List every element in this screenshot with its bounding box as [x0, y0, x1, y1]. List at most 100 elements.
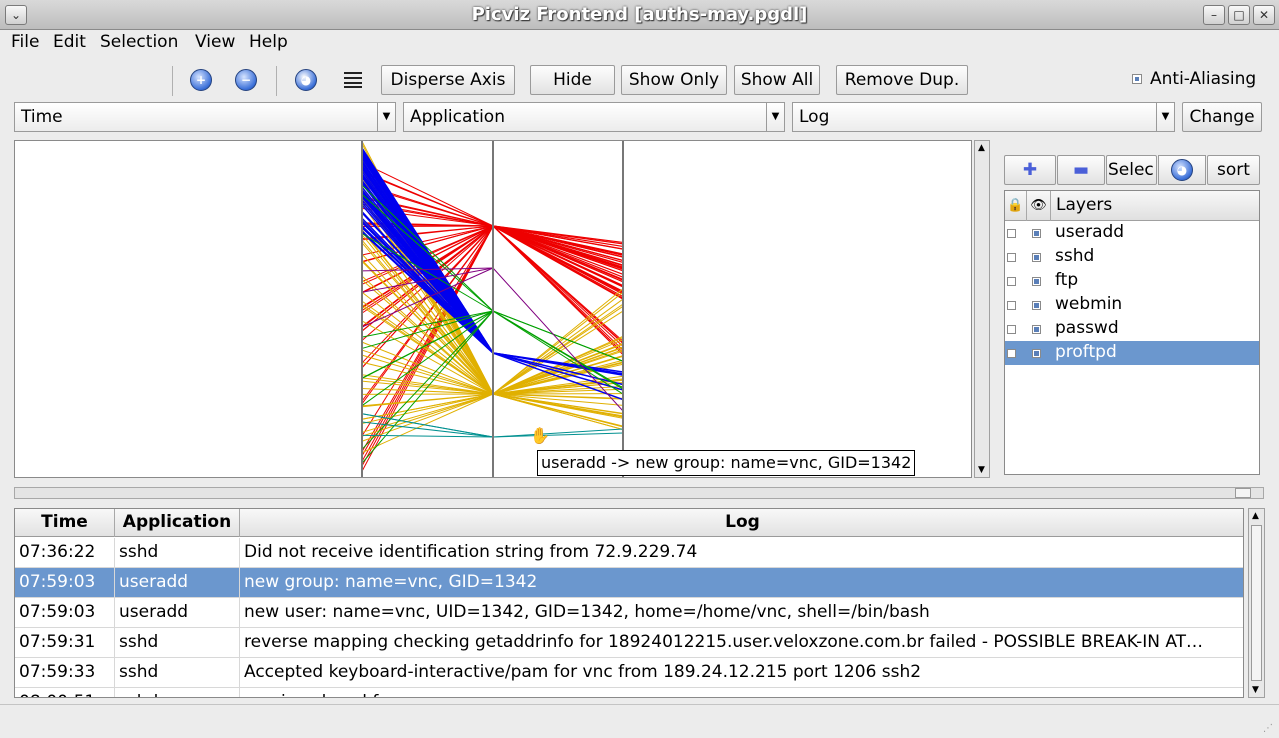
passwd-line[interactable] — [492, 428, 624, 438]
other-line[interactable] — [361, 393, 494, 454]
parallel-coordinates-plot[interactable]: ✋ — [14, 140, 972, 478]
layer-visible-checkbox[interactable] — [1032, 277, 1041, 286]
lock-icon[interactable]: 🔒 — [1005, 191, 1027, 221]
cell-log: Did not receive identification string fr… — [244, 542, 698, 562]
maximize-button[interactable]: □ — [1228, 5, 1250, 25]
plot-vertical-scrollbar[interactable]: ▲ ▼ — [974, 140, 990, 478]
cell-application: sshd — [115, 628, 240, 658]
toolbar-separator — [172, 66, 173, 96]
cell-time: 07:36:22 — [15, 538, 115, 568]
table-vertical-scrollbar[interactable]: ▲ ▼ — [1248, 508, 1265, 698]
disperse-axis-button[interactable]: Disperse Axis — [381, 65, 515, 95]
other-line[interactable] — [361, 393, 494, 424]
menu-file[interactable]: File — [11, 32, 39, 52]
plot-horizontal-scrollbar[interactable] — [14, 487, 1264, 499]
table-row[interactable]: 07:59:33 sshd Accepted keyboard-interactiv… — [15, 658, 1243, 688]
table-row[interactable]: 07:59:31 sshd reverse mapping checking get… — [15, 628, 1243, 658]
axis2-select[interactable]: Application ▼ — [403, 102, 785, 132]
column-header-application[interactable]: Application — [115, 509, 240, 537]
title-bar: ⌄ Picviz Frontend [auths-may.pgdl] – □ ✕ — [0, 0, 1279, 30]
layer-visible-checkbox[interactable] — [1032, 325, 1041, 334]
column-header-time[interactable]: Time — [15, 509, 115, 537]
sort-layers-button[interactable]: sort — [1207, 155, 1260, 185]
layer-label: passwd — [1055, 318, 1119, 338]
menu-selection[interactable]: Selection — [100, 32, 178, 52]
layer-color-button[interactable]: ◕ — [1158, 155, 1206, 185]
line-tooltip: useradd -> new group: name=vnc, GID=1342 — [537, 450, 916, 476]
log-table: Time Application Log 07:36:22 sshd Did not… — [14, 508, 1244, 698]
column-header-log[interactable]: Log — [240, 509, 1243, 537]
layer-item-passwd[interactable]: passwd — [1005, 317, 1259, 341]
layer-label: sshd — [1055, 246, 1095, 266]
menu-view[interactable]: View — [195, 32, 235, 52]
passwd-line[interactable] — [492, 432, 624, 438]
layer-lock-checkbox[interactable] — [1007, 301, 1016, 310]
layer-visible-checkbox[interactable] — [1032, 301, 1041, 310]
show-only-button[interactable]: Show Only — [621, 65, 727, 95]
chevron-down-icon: ▼ — [766, 103, 784, 131]
layer-label: ftp — [1055, 270, 1079, 290]
passwd-line[interactable] — [361, 434, 494, 438]
layer-visible-checkbox[interactable] — [1032, 349, 1041, 358]
zoom-out-button[interactable]: − — [229, 65, 263, 95]
layer-label: useradd — [1055, 222, 1125, 242]
layer-visible-checkbox[interactable] — [1032, 253, 1041, 262]
plus-icon: ✚ — [1022, 160, 1038, 180]
scroll-down-icon[interactable]: ▼ — [1252, 685, 1259, 695]
table-row[interactable]: 08:00:51sshdsession closed for user vnc — [15, 688, 1243, 697]
select-layer-button[interactable]: Selec — [1106, 155, 1157, 185]
layer-item-ftp[interactable]: ftp — [1005, 269, 1259, 293]
color-palette-button[interactable]: ◕ — [289, 65, 323, 95]
anti-aliasing-checkbox[interactable] — [1132, 74, 1142, 84]
layer-lock-checkbox[interactable] — [1007, 349, 1016, 358]
axis1-select[interactable]: Time ▼ — [14, 102, 396, 132]
change-button[interactable]: Change — [1182, 102, 1262, 132]
table-header: Time Application Log — [15, 509, 1243, 537]
layer-lock-checkbox[interactable] — [1007, 229, 1016, 238]
plot-canvas[interactable]: ✋ — [15, 141, 972, 478]
close-button[interactable]: ✕ — [1253, 5, 1275, 25]
zoom-in-button[interactable]: + — [184, 65, 218, 95]
layer-label: proftpd — [1055, 342, 1117, 362]
menu-edit[interactable]: Edit — [53, 32, 86, 52]
minimize-button[interactable]: – — [1203, 5, 1225, 25]
cell-time: 07:59:03 — [15, 598, 115, 628]
layer-item-webmin[interactable]: webmin — [1005, 293, 1259, 317]
layer-visible-checkbox[interactable] — [1032, 229, 1041, 238]
hide-button[interactable]: Hide — [530, 65, 615, 95]
scroll-up-icon[interactable]: ▲ — [978, 143, 985, 153]
eye-icon[interactable]: 👁 — [1027, 191, 1051, 221]
add-layer-button[interactable]: ✚ — [1004, 155, 1056, 185]
scroll-thumb[interactable] — [1235, 488, 1251, 498]
layer-label: webmin — [1055, 294, 1123, 314]
ftp-line[interactable] — [492, 310, 624, 362]
remove-duplicates-button[interactable]: Remove Dup. — [836, 65, 968, 95]
lines-button[interactable] — [337, 65, 371, 95]
cell-time: 07:59:03 — [15, 568, 115, 598]
layer-item-sshd[interactable]: sshd — [1005, 245, 1259, 269]
cell-log: new user: name=vnc, UID=1342, GID=1342, … — [244, 602, 930, 622]
scroll-up-icon[interactable]: ▲ — [1252, 511, 1259, 521]
table-row[interactable]: 07:59:03 useradd new group: name=vnc, GID=… — [15, 568, 1243, 598]
axis3-select[interactable]: Log ▼ — [792, 102, 1175, 132]
layer-item-useradd[interactable]: useradd — [1005, 221, 1259, 245]
anti-aliasing-label: Anti-Aliasing — [1150, 69, 1257, 89]
layer-lock-checkbox[interactable] — [1007, 277, 1016, 286]
chevron-down-icon: ▼ — [377, 103, 395, 131]
resize-grip-icon[interactable]: ⋰ — [1263, 723, 1273, 734]
scroll-down-icon[interactable]: ▼ — [978, 465, 985, 475]
palette-icon: ◕ — [1171, 159, 1193, 181]
show-all-button[interactable]: Show All — [734, 65, 820, 95]
layer-item-proftpd[interactable]: proftpd — [1005, 341, 1259, 365]
chevron-down-icon: ▼ — [1156, 103, 1174, 131]
remove-layer-button[interactable]: ▬ — [1057, 155, 1105, 185]
layer-lock-checkbox[interactable] — [1007, 325, 1016, 334]
menu-help[interactable]: Help — [249, 32, 288, 52]
table-row[interactable]: 07:59:03 useradd new user: name=vnc, UID=1… — [15, 598, 1243, 628]
cell-application: useradd — [115, 568, 240, 598]
layer-lock-checkbox[interactable] — [1007, 253, 1016, 262]
window-title: Picviz Frontend [auths-may.pgdl] — [471, 4, 808, 25]
table-row[interactable]: 07:36:22 sshd Did not receive identificati… — [15, 538, 1243, 568]
menu-bar: File Edit Selection View Help — [0, 30, 1279, 56]
scroll-thumb[interactable] — [1251, 525, 1262, 681]
